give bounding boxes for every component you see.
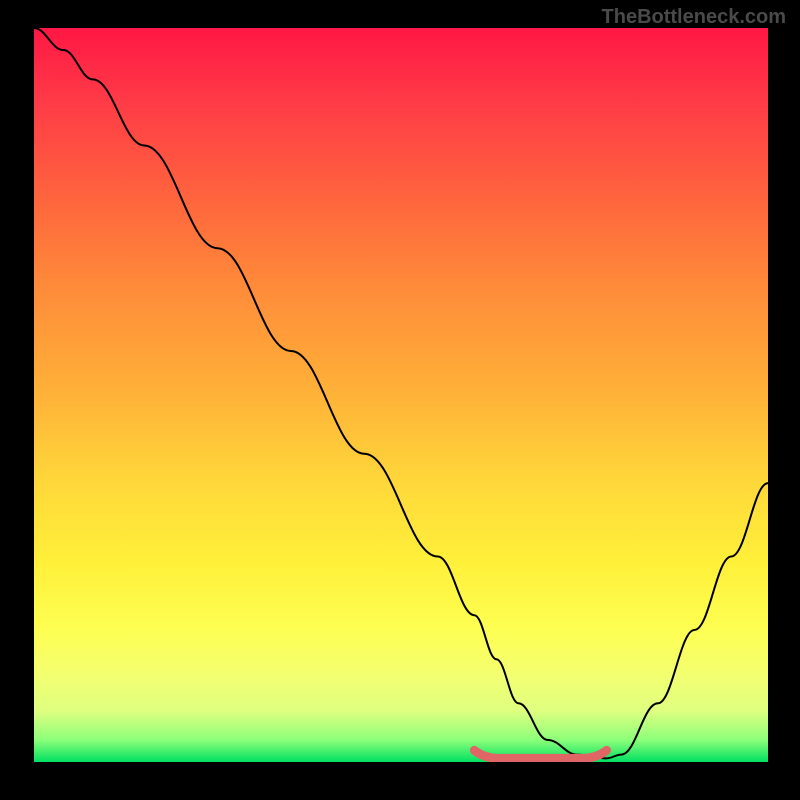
- plot-area: [34, 28, 768, 762]
- watermark-text: TheBottleneck.com: [602, 6, 786, 29]
- chart-container: TheBottleneck.com: [0, 0, 800, 800]
- gradient-background: [34, 28, 768, 762]
